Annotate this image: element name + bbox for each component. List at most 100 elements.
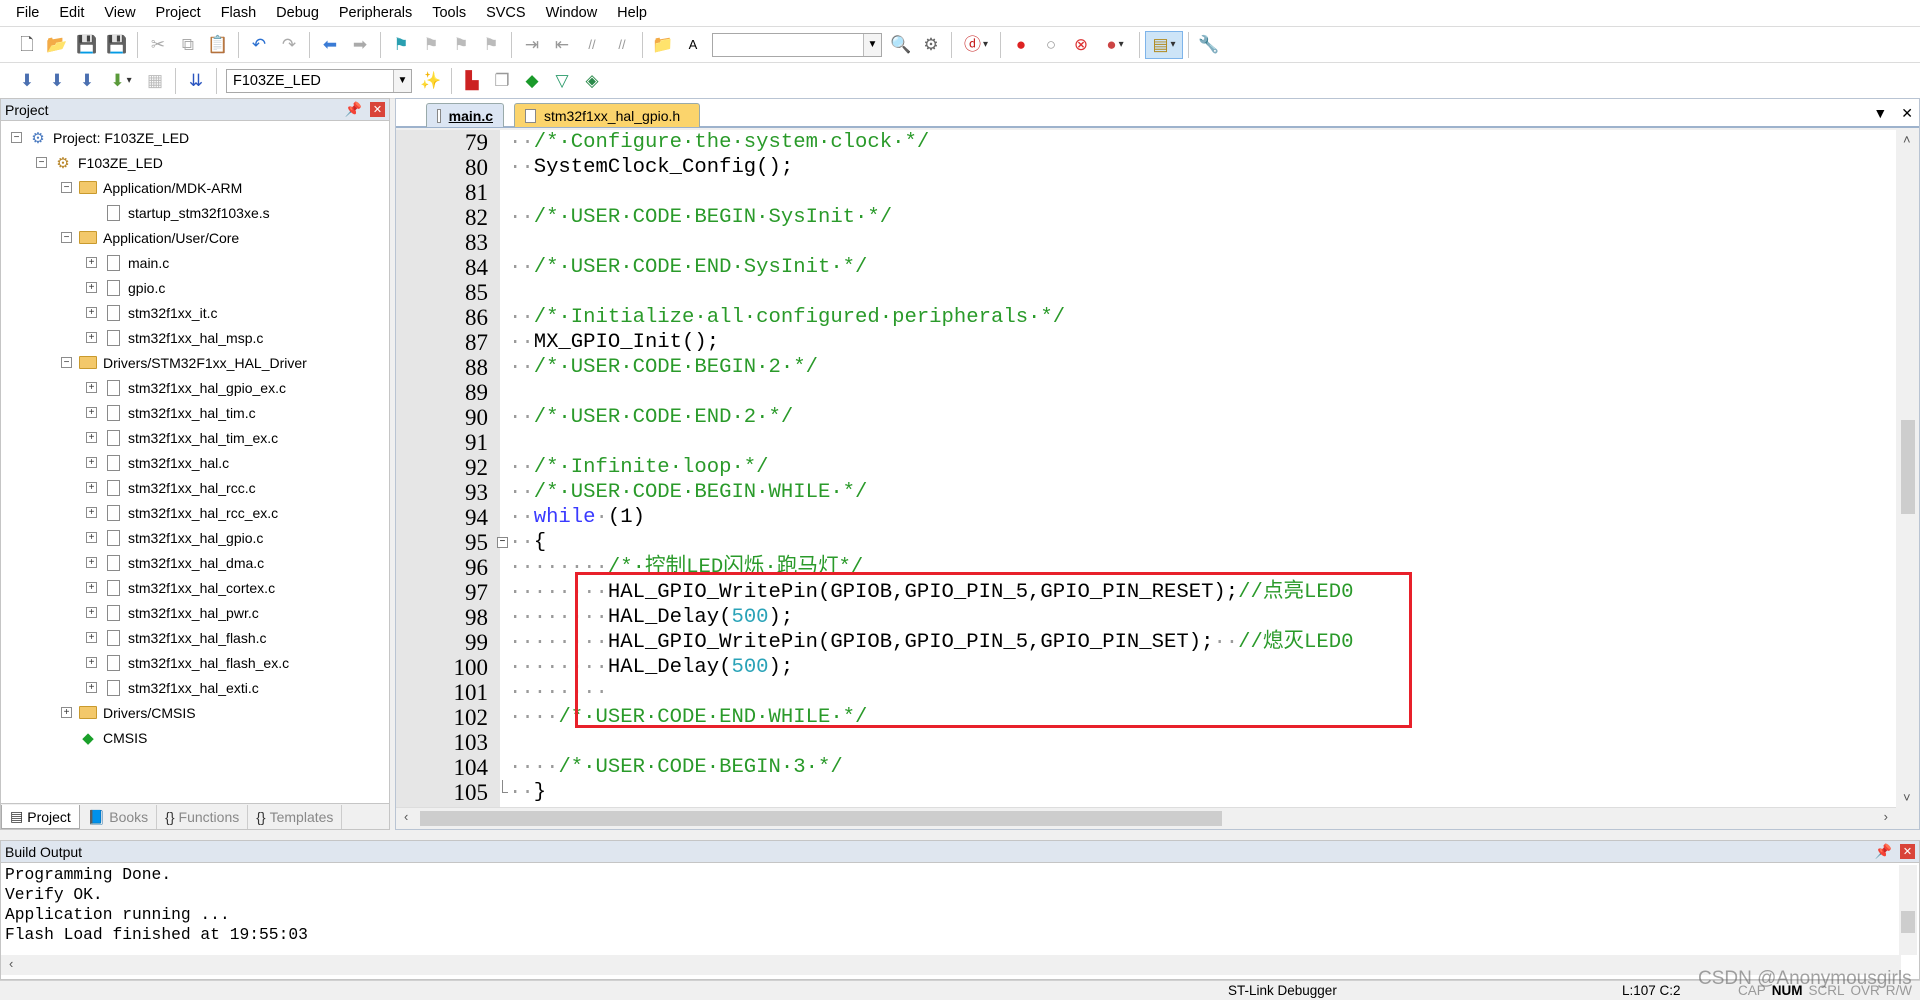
scroll-right-icon[interactable]: › bbox=[1884, 809, 1888, 824]
incremental-find-button[interactable]: 🔍 bbox=[886, 31, 916, 59]
pin-icon[interactable]: 📌 bbox=[1875, 843, 1892, 860]
pin-icon[interactable]: 📌 bbox=[345, 101, 362, 118]
indent-button[interactable]: ⇥ bbox=[517, 31, 547, 59]
window-layout-button[interactable]: ▤ bbox=[1145, 30, 1183, 59]
code-editor[interactable]: 79 ··/*·Configure·the·system·clock·*/80 ··… bbox=[396, 130, 1896, 807]
tree-item[interactable]: + gpio.c bbox=[86, 275, 165, 300]
tree-item[interactable]: − ⚙ Project: F103ZE_LED bbox=[11, 125, 189, 150]
expand-icon[interactable]: + bbox=[86, 257, 97, 268]
expand-icon[interactable]: + bbox=[86, 532, 97, 543]
build-button[interactable]: ⬇ bbox=[42, 67, 72, 95]
tree-item[interactable]: + stm32f1xx_hal_flash.c bbox=[86, 625, 267, 650]
expand-icon[interactable]: + bbox=[61, 707, 72, 718]
find-combo[interactable]: ▼ bbox=[712, 32, 882, 57]
manage-run-time-environment-button[interactable]: ◆ bbox=[517, 67, 547, 95]
fold-collapse-icon[interactable]: − bbox=[497, 537, 508, 548]
tree-item[interactable]: + stm32f1xx_hal_pwr.c bbox=[86, 600, 259, 625]
tree-item[interactable]: ◆ CMSIS bbox=[61, 725, 147, 750]
tree-item[interactable]: + stm32f1xx_hal_gpio.c bbox=[86, 525, 263, 550]
select-packs-button[interactable]: ❐ bbox=[487, 67, 517, 95]
previous-bookmark-button[interactable]: ⚑ bbox=[416, 31, 446, 59]
collapse-icon[interactable]: − bbox=[61, 232, 72, 243]
rebuild-button[interactable]: ⬇ bbox=[72, 67, 102, 95]
tab-templates[interactable]: {} Templates bbox=[248, 805, 343, 829]
tree-item[interactable]: + stm32f1xx_hal_cortex.c bbox=[86, 575, 275, 600]
target-select[interactable]: F103ZE_LED ▼ bbox=[226, 68, 412, 93]
tree-item[interactable]: + stm32f1xx_hal_gpio_ex.c bbox=[86, 375, 286, 400]
batch-build-button[interactable]: ⬇ bbox=[102, 67, 140, 95]
enable-breakpoint-button[interactable]: ○ bbox=[1036, 31, 1066, 59]
comment-button[interactable]: // bbox=[577, 31, 607, 59]
expand-icon[interactable]: + bbox=[86, 557, 97, 568]
collapse-icon[interactable]: − bbox=[61, 182, 72, 193]
tree-item[interactable]: + Drivers/CMSIS bbox=[61, 700, 196, 725]
copy-button[interactable]: ⧉ bbox=[173, 31, 203, 59]
tree-item[interactable]: − ⚙ F103ZE_LED bbox=[36, 150, 163, 175]
find-text-button[interactable]: A bbox=[678, 31, 708, 59]
expand-icon[interactable]: + bbox=[86, 582, 97, 593]
tree-item[interactable]: − Application/User/Core bbox=[61, 225, 239, 250]
collapse-icon[interactable]: − bbox=[36, 157, 47, 168]
navigate-back-button[interactable]: ⬅ bbox=[315, 31, 345, 59]
tab-main-c[interactable]: main.c bbox=[426, 103, 504, 127]
debug-session-button[interactable]: ⚙ bbox=[916, 31, 946, 59]
tree-item[interactable]: + stm32f1xx_hal_rcc.c bbox=[86, 475, 256, 500]
scroll-left-icon[interactable]: ‹ bbox=[9, 956, 13, 971]
tree-item[interactable]: + stm32f1xx_hal_msp.c bbox=[86, 325, 263, 350]
menu-project[interactable]: Project bbox=[146, 5, 211, 21]
tab-books[interactable]: 📘 Books bbox=[80, 805, 158, 829]
scrollbar-thumb[interactable] bbox=[1901, 420, 1915, 514]
scrollbar-thumb[interactable] bbox=[420, 811, 1222, 826]
download-load-button[interactable]: ⇊ bbox=[181, 67, 211, 95]
expand-icon[interactable]: + bbox=[86, 682, 97, 693]
undo-button[interactable]: ↶ bbox=[244, 31, 274, 59]
menu-edit[interactable]: Edit bbox=[49, 5, 94, 21]
clear-bookmarks-button[interactable]: ⚑ bbox=[476, 31, 506, 59]
insert-breakpoint-button[interactable]: ● bbox=[1006, 31, 1036, 59]
editor-horizontal-scrollbar[interactable]: ‹ › bbox=[396, 807, 1896, 827]
expand-icon[interactable]: + bbox=[86, 332, 97, 343]
cut-button[interactable]: ✂ bbox=[143, 31, 173, 59]
tree-item[interactable]: + stm32f1xx_hal.c bbox=[86, 450, 229, 475]
menu-tools[interactable]: Tools bbox=[422, 5, 476, 21]
translate-button[interactable]: ⬇ bbox=[12, 67, 42, 95]
menu-window[interactable]: Window bbox=[536, 5, 608, 21]
tree-item[interactable]: + stm32f1xx_hal_tim_ex.c bbox=[86, 425, 278, 450]
pack-installer-button[interactable]: ▽ bbox=[547, 67, 577, 95]
tree-item[interactable]: + stm32f1xx_hal_rcc_ex.c bbox=[86, 500, 278, 525]
navigate-forward-button[interactable]: ➡ bbox=[345, 31, 375, 59]
expand-icon[interactable]: + bbox=[86, 382, 97, 393]
tree-item[interactable]: + main.c bbox=[86, 250, 169, 275]
find-in-files-button[interactable]: 📁 bbox=[648, 31, 678, 59]
menu-flash[interactable]: Flash bbox=[211, 5, 266, 21]
tree-item[interactable]: − Application/MDK-ARM bbox=[61, 175, 242, 200]
expand-icon[interactable]: + bbox=[86, 607, 97, 618]
paste-button[interactable]: 📋 bbox=[203, 31, 233, 59]
collapse-icon[interactable]: − bbox=[11, 132, 22, 143]
menu-file[interactable]: File bbox=[6, 5, 49, 21]
manage-project-items-button[interactable]: ▙ bbox=[457, 67, 487, 95]
editor-vertical-scrollbar[interactable]: ˄ ˅ bbox=[1897, 130, 1919, 807]
configure-button[interactable]: 🔧 bbox=[1194, 31, 1224, 59]
scroll-up-icon[interactable]: ˄ bbox=[1903, 132, 1911, 147]
next-bookmark-button[interactable]: ⚑ bbox=[446, 31, 476, 59]
kill-breakpoints-button[interactable]: ● bbox=[1096, 31, 1134, 59]
menu-view[interactable]: View bbox=[94, 5, 145, 21]
tab-list-dropdown-icon[interactable]: ▼ bbox=[1873, 105, 1887, 122]
expand-icon[interactable]: + bbox=[86, 632, 97, 643]
close-icon[interactable]: ✕ bbox=[370, 102, 385, 117]
expand-icon[interactable]: + bbox=[86, 657, 97, 668]
build-output-vertical-scrollbar[interactable] bbox=[1899, 865, 1917, 955]
disable-breakpoints-button[interactable]: ⊗ bbox=[1066, 31, 1096, 59]
uncomment-button[interactable]: // bbox=[607, 31, 637, 59]
redo-button[interactable]: ↷ bbox=[274, 31, 304, 59]
bookmark-button[interactable]: ⚑ bbox=[386, 31, 416, 59]
tree-item[interactable]: + stm32f1xx_hal_exti.c bbox=[86, 675, 259, 700]
chevron-down-icon[interactable]: ▼ bbox=[863, 33, 881, 56]
open-folder-button[interactable]: 📂 bbox=[42, 31, 72, 59]
tree-item[interactable]: + stm32f1xx_hal_dma.c bbox=[86, 550, 264, 575]
expand-icon[interactable]: + bbox=[86, 507, 97, 518]
unindent-button[interactable]: ⇤ bbox=[547, 31, 577, 59]
save-button[interactable]: 💾 bbox=[72, 31, 102, 59]
tree-item[interactable]: startup_stm32f103xe.s bbox=[86, 200, 270, 225]
